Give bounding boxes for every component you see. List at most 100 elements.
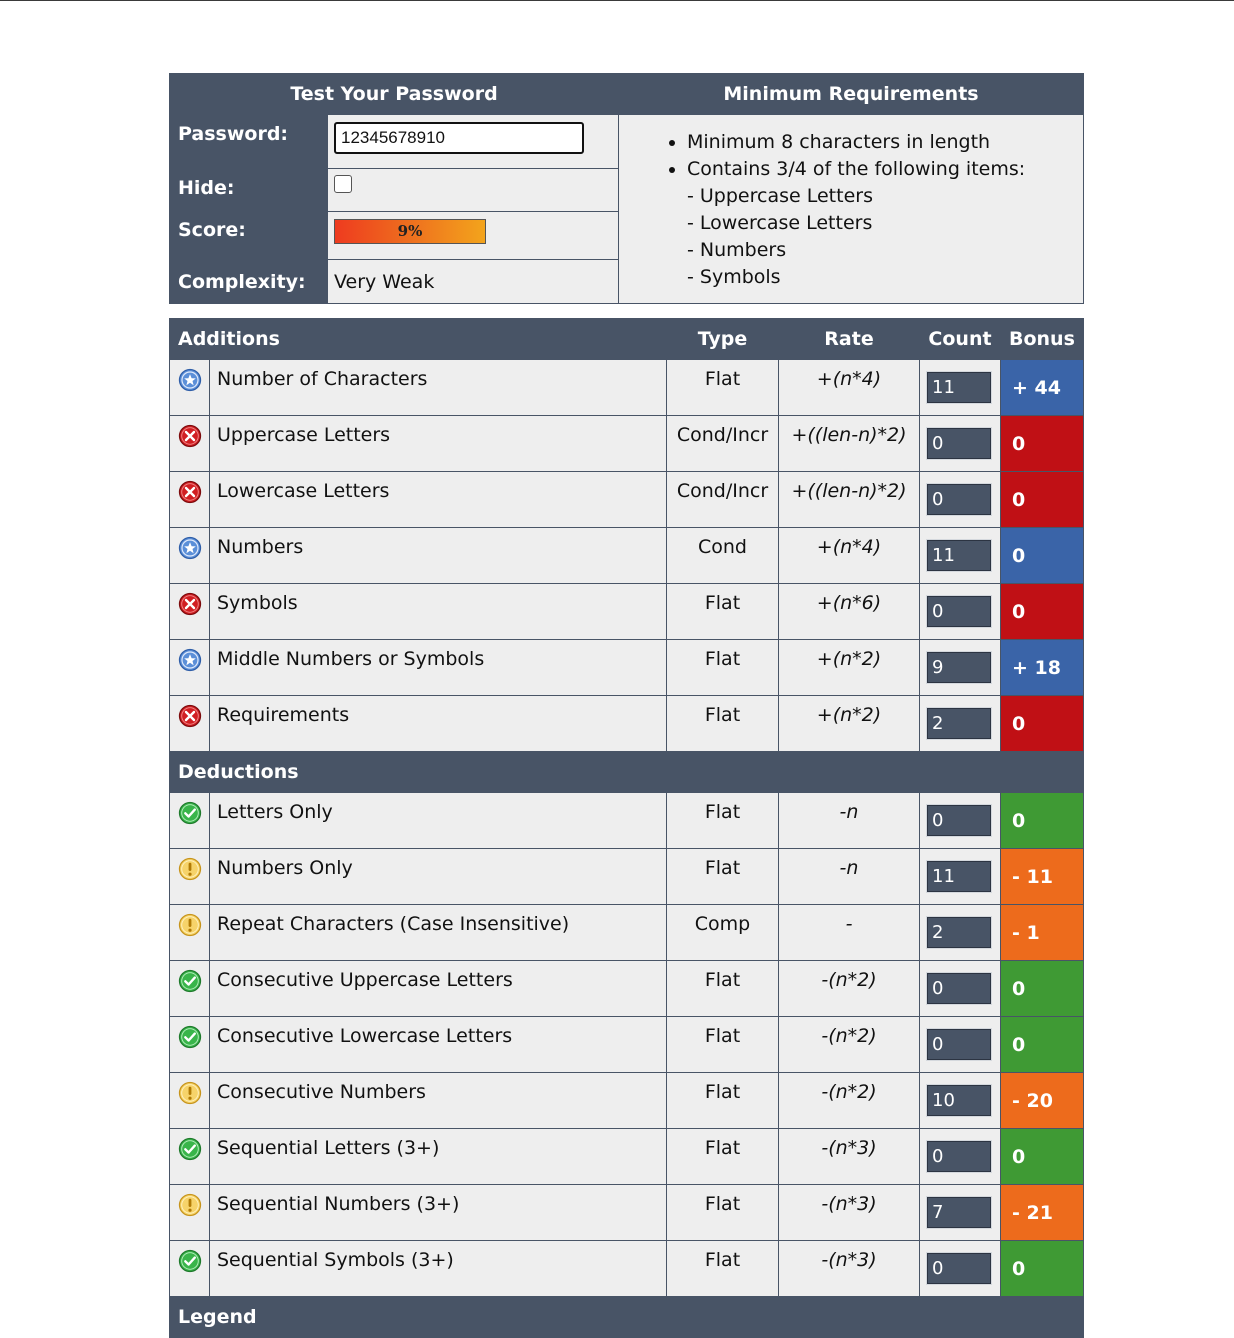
additions-header: Additions <box>169 318 667 360</box>
bonus-header: Bonus <box>1000 318 1084 360</box>
rule-type: Cond/Incr <box>666 415 779 472</box>
requirement-sub-item: - Lowercase Letters <box>687 212 873 234</box>
rule-name: Consecutive Numbers <box>209 1072 667 1129</box>
count-cell: 2 <box>919 904 1001 961</box>
password-label: Password: <box>169 114 328 169</box>
rule-rate: -(n*3) <box>778 1184 920 1241</box>
rule-rate: +((len-n)*2) <box>778 471 920 528</box>
rule-name: Sequential Letters (3+) <box>209 1128 667 1185</box>
table-row: Sequential Numbers (3+) Flat -(n*3) 7- 21 <box>169 1184 1084 1241</box>
bonus-value: 0 <box>1000 583 1084 640</box>
count-value: 11 <box>926 539 992 572</box>
warning-circle-icon <box>178 913 202 942</box>
rule-rate: +(n*2) <box>778 639 920 696</box>
count-cell: 0 <box>919 583 1001 640</box>
rule-name: Requirements <box>209 695 667 752</box>
x-circle-icon <box>178 480 202 509</box>
bonus-value: - 20 <box>1000 1072 1084 1129</box>
score-breakdown-table: Additions Type Rate Count Bonus Number o… <box>169 318 1084 1338</box>
rate-header: Rate <box>778 318 920 360</box>
test-header: Test Your Password <box>169 73 619 115</box>
status-icon-cell <box>169 639 210 696</box>
rule-type: Flat <box>666 1184 779 1241</box>
rule-name: Sequential Symbols (3+) <box>209 1240 667 1297</box>
requirement-sub-item: - Symbols <box>687 266 781 288</box>
rule-type: Cond/Incr <box>666 471 779 528</box>
bonus-value: - 1 <box>1000 904 1084 961</box>
count-value: 0 <box>926 1252 992 1285</box>
rule-name: Consecutive Uppercase Letters <box>209 960 667 1017</box>
score-bar: 9% <box>334 219 486 244</box>
requirement-composition-text: Contains 3/4 of the following items: <box>687 158 1026 180</box>
bonus-value: 0 <box>1000 415 1084 472</box>
rule-name: Consecutive Lowercase Letters <box>209 1016 667 1073</box>
count-cell: 10 <box>919 1072 1001 1129</box>
hide-checkbox[interactable] <box>334 175 352 193</box>
table-row: Consecutive Lowercase Letters Flat -(n*2) 0… <box>169 1016 1084 1073</box>
count-value: 9 <box>926 651 992 684</box>
count-value: 0 <box>926 972 992 1005</box>
table-row: Uppercase Letters Cond/Incr +((len-n)*2) 0 0 <box>169 415 1084 472</box>
bonus-value: 0 <box>1000 1128 1084 1185</box>
count-cell: 0 <box>919 471 1001 528</box>
x-circle-icon <box>178 424 202 453</box>
rule-name: Letters Only <box>209 792 667 849</box>
rule-type: Flat <box>666 848 779 905</box>
password-test-panel: Test Your Password Minimum Requirements … <box>169 73 1084 304</box>
count-cell: 2 <box>919 695 1001 752</box>
rule-rate: -(n*2) <box>778 1072 920 1129</box>
rule-name: Number of Characters <box>209 359 667 416</box>
rule-rate: - <box>778 904 920 961</box>
table-row: Numbers Cond +(n*4) 11 0 <box>169 527 1084 584</box>
table-row: Sequential Letters (3+) Flat -(n*3) 0 0 <box>169 1128 1084 1185</box>
table-row: Sequential Symbols (3+) Flat -(n*3) 0 0 <box>169 1240 1084 1297</box>
count-cell: 7 <box>919 1184 1001 1241</box>
count-value: 0 <box>926 427 992 460</box>
status-icon-cell <box>169 695 210 752</box>
status-icon-cell <box>169 1240 210 1297</box>
requirement-sub-item: - Numbers <box>687 239 787 261</box>
status-icon-cell <box>169 960 210 1017</box>
bonus-value: 0 <box>1000 1016 1084 1073</box>
bonus-value: 0 <box>1000 1240 1084 1297</box>
table-row: Repeat Characters (Case Insensitive) Comp… <box>169 904 1084 961</box>
bonus-value: 0 <box>1000 792 1084 849</box>
status-icon-cell <box>169 1072 210 1129</box>
warning-circle-icon <box>178 1193 202 1222</box>
count-cell: 11 <box>919 848 1001 905</box>
requirements-header: Minimum Requirements <box>618 73 1084 115</box>
rule-rate: -n <box>778 848 920 905</box>
count-cell: 0 <box>919 960 1001 1017</box>
status-icon-cell <box>169 1128 210 1185</box>
count-cell: 0 <box>919 415 1001 472</box>
bonus-value: - 11 <box>1000 848 1084 905</box>
count-value: 0 <box>926 804 992 837</box>
rule-rate: -(n*2) <box>778 960 920 1017</box>
x-circle-icon <box>178 592 202 621</box>
count-cell: 11 <box>919 359 1001 416</box>
rule-type: Flat <box>666 359 779 416</box>
status-icon-cell <box>169 471 210 528</box>
rule-rate: -(n*3) <box>778 1128 920 1185</box>
status-icon-cell <box>169 415 210 472</box>
table-row: Consecutive Uppercase Letters Flat -(n*2) 0… <box>169 960 1084 1017</box>
count-value: 0 <box>926 1140 992 1173</box>
bonus-value: 0 <box>1000 960 1084 1017</box>
check-circle-icon <box>178 969 202 998</box>
warning-circle-icon <box>178 1081 202 1110</box>
rule-type: Flat <box>666 1128 779 1185</box>
requirement-length: Minimum 8 characters in length <box>687 129 1083 156</box>
status-icon-cell <box>169 1016 210 1073</box>
table-row: Middle Numbers or Symbols Flat +(n*2) 9 + 18 <box>169 639 1084 696</box>
rule-type: Flat <box>666 1016 779 1073</box>
check-circle-icon <box>178 1025 202 1054</box>
table-row: Number of Characters Flat +(n*4) 11 + 44 <box>169 359 1084 416</box>
status-icon-cell <box>169 1184 210 1241</box>
bonus-value: 0 <box>1000 471 1084 528</box>
deductions-header: Deductions <box>169 751 1084 793</box>
bonus-value: 0 <box>1000 695 1084 752</box>
bonus-value: 0 <box>1000 527 1084 584</box>
password-input[interactable]: 12345678910 <box>334 122 584 154</box>
legend-header: Legend <box>169 1296 1084 1338</box>
table-row: Consecutive Numbers Flat -(n*2) 10- 20 <box>169 1072 1084 1129</box>
